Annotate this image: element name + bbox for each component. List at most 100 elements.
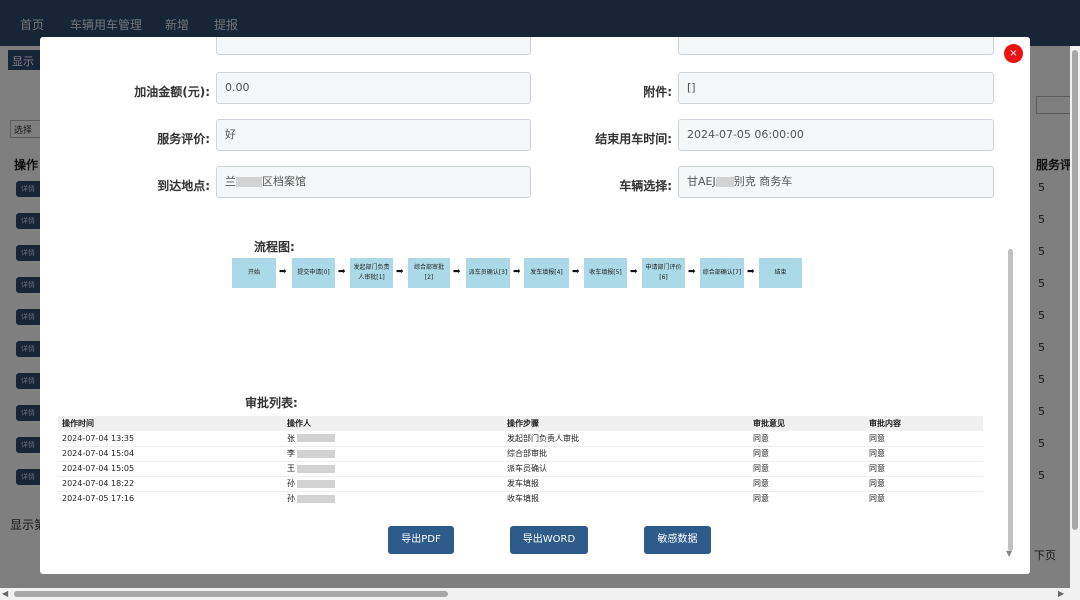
previous-field-right[interactable] [678, 37, 994, 55]
flow-arrow-icon: ➡ [513, 267, 521, 277]
scroll-down-icon[interactable]: ▼ [1006, 549, 1012, 558]
end-time-label: 结束用车时间: [595, 132, 672, 146]
content-text: 同意 [869, 433, 885, 443]
column-content: 审批内容 [865, 416, 983, 431]
flow-step: 发起部门负责人审批[1] [350, 258, 393, 288]
cell-opinion: 同意 [749, 476, 865, 492]
cell-operator: 李 [283, 446, 503, 462]
redacted-block [236, 177, 262, 187]
table-row: 2024-07-04 18:22 孙 发车填报 同意 同意 [58, 476, 983, 492]
content-text: 同意 [869, 449, 885, 458]
service-rating-field[interactable]: 好 [216, 119, 531, 151]
opinion-text: 同意 [753, 449, 769, 458]
cell-step: 发车填报 [503, 476, 749, 492]
fuel-amount-label: 加油金额(元): [134, 85, 210, 99]
page-vertical-scrollbar[interactable] [1070, 46, 1080, 588]
attachment-label: 附件: [643, 85, 672, 99]
scroll-left-icon[interactable]: ◀ [2, 589, 8, 598]
cell-opinion: 同意 [749, 461, 865, 477]
modal-scroll-thumb[interactable] [1008, 249, 1013, 551]
modal-scrollbar[interactable]: ▼ [1006, 37, 1016, 574]
step-text: 发起部门负责人审批 [507, 433, 579, 443]
flow-arrow-icon: ➡ [338, 267, 346, 277]
previous-field-left[interactable] [216, 37, 531, 55]
flow-step: 提交申请[0] [292, 258, 335, 288]
approval-table-body: 2024-07-04 13:35 张发起部门负责人审批 同意 同意 2024-07-04… [58, 431, 983, 506]
export-word-button[interactable]: 导出WORD [510, 526, 588, 554]
time-text: 2024-07-04 15:05 [62, 464, 135, 473]
step-text: 发车填报 [507, 479, 539, 488]
cell-operator: 张 [283, 431, 503, 447]
cell-step: 综合部审批 [503, 446, 749, 462]
flow-arrow-icon: ➡ [453, 267, 461, 277]
content-text: 同意 [869, 464, 885, 473]
scroll-right-icon[interactable]: ▶ [1058, 589, 1064, 598]
opinion-text: 同意 [753, 479, 769, 488]
flow-step: 开始 [232, 258, 276, 288]
flow-step: 综合部确认[7] [700, 258, 744, 288]
cell-step: 发起部门负责人审批 [503, 431, 749, 447]
opinion-text: 同意 [753, 433, 769, 443]
cell-step: 派车员确认 [503, 461, 749, 477]
opinion-text: 同意 [753, 494, 769, 504]
time-text: 2024-07-04 15:04 [62, 449, 135, 458]
cell-content: 同意 [865, 446, 983, 462]
attachment-field[interactable]: [] [678, 72, 994, 104]
flow-arrow-icon: ➡ [279, 267, 287, 277]
service-rating-label: 服务评价: [157, 132, 210, 146]
close-icon[interactable]: × [1004, 44, 1023, 63]
step-text: 收车填报 [507, 494, 539, 504]
vehicle-label: 车辆选择: [619, 179, 672, 193]
flow-arrow-icon: ➡ [688, 267, 696, 277]
opinion-text: 同意 [753, 464, 769, 473]
flow-step: 综合部审批[2] [408, 258, 450, 288]
operator-text: 孙 [287, 479, 295, 488]
redacted-block [297, 464, 335, 473]
flow-arrow-icon: ➡ [630, 267, 638, 277]
flow-chart-title: 流程图: [254, 240, 295, 254]
cell-operator: 孙 [283, 476, 503, 492]
content-text: 同意 [869, 494, 885, 504]
time-text: 2024-07-05 17:16 [62, 494, 135, 504]
step-text: 综合部审批 [507, 449, 547, 458]
cell-opinion: 同意 [749, 491, 865, 506]
cell-content: 同意 [865, 476, 983, 492]
cell-opinion: 同意 [749, 431, 865, 447]
cell-content: 同意 [865, 431, 983, 447]
horizontal-scroll-thumb[interactable] [14, 591, 448, 597]
redacted-block [297, 434, 335, 443]
cell-time: 2024-07-04 18:22 [58, 476, 283, 492]
table-row: 2024-07-04 13:35 张 发起部门负责人审批 同意 同意 [58, 431, 983, 447]
approval-table: 操作时间 操作人 操作步骤 审批意见 审批内容 2024-07-04 13:35… [58, 416, 983, 506]
cell-time: 2024-07-04 15:05 [58, 461, 283, 477]
cell-operator: 王 [283, 461, 503, 477]
fuel-amount-field[interactable]: 0.00 [216, 72, 531, 104]
column-operator: 操作人 [283, 416, 503, 431]
destination-field[interactable]: 兰 区档案馆 [216, 166, 531, 198]
destination-label: 到达地点: [157, 179, 210, 193]
content-text: 同意 [869, 479, 885, 488]
column-time: 操作时间 [58, 416, 283, 431]
operator-text: 李 [287, 449, 295, 458]
end-time-field[interactable]: 2024-07-05 06:00:00 [678, 119, 994, 151]
flow-step: 结束 [759, 258, 802, 288]
cell-time: 2024-07-04 15:04 [58, 446, 283, 462]
detail-modal: 加油金额(元): 0.00 附件: [] 服务评价: 好 结束用车时间: 202… [40, 37, 1030, 574]
export-pdf-button[interactable]: 导出PDF [388, 526, 454, 554]
cell-content: 同意 [865, 491, 983, 506]
redacted-block [297, 479, 335, 488]
cell-operator: 孙 [283, 491, 503, 506]
flow-step: 派车员确认[3] [466, 258, 510, 288]
redacted-block [297, 449, 335, 458]
vehicle-field[interactable]: 甘AEJ 别克 商务车 [678, 166, 994, 198]
sensitive-data-button[interactable]: 敏感数据 [644, 526, 711, 554]
page-scroll-thumb[interactable] [1072, 50, 1078, 530]
flow-arrow-icon: ➡ [747, 267, 755, 277]
column-step: 操作步骤 [503, 416, 749, 431]
cell-step: 收车填报 [503, 491, 749, 506]
table-row: 2024-07-04 15:04 李 综合部审批 同意 同意 [58, 446, 983, 462]
flow-step: 收车填报[5] [584, 258, 627, 288]
table-row: 2024-07-05 17:16 孙 收车填报 同意 同意 [58, 491, 983, 506]
page-horizontal-scrollbar[interactable]: ◀ ▶ [0, 588, 1080, 600]
table-row: 2024-07-04 15:05 王 派车员确认 同意 同意 [58, 461, 983, 477]
